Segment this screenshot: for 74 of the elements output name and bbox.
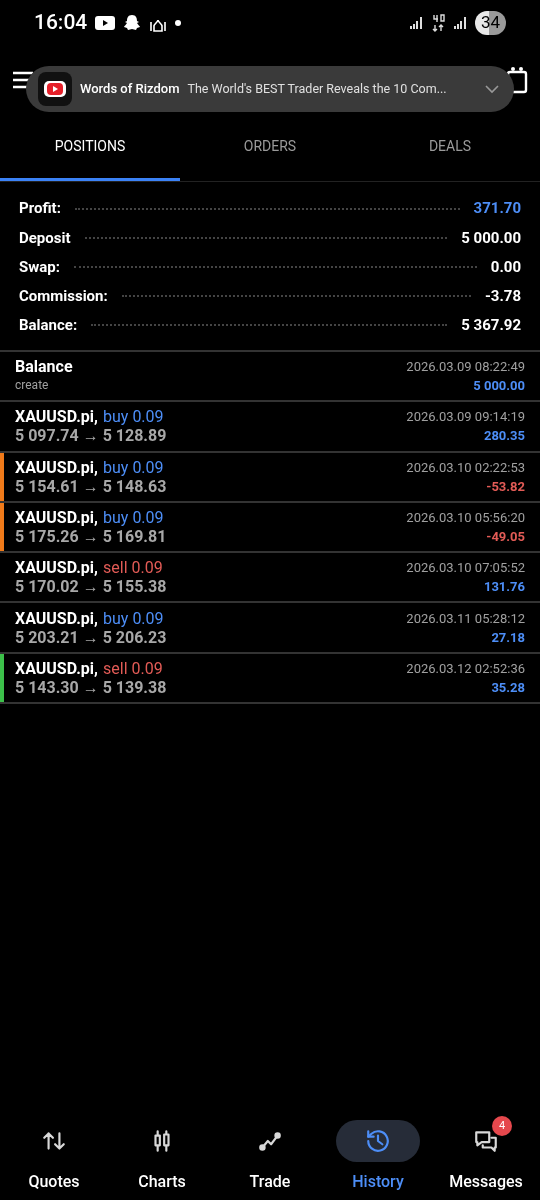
deal-time: 2026.03.09 08:22:49 <box>406 358 525 377</box>
dot-icon <box>175 20 182 26</box>
battery-indicator: 34 <box>474 11 506 35</box>
chat-bubbles-icon <box>473 1128 499 1154</box>
deal-symbol: XAUUSD.pi, <box>15 558 99 578</box>
deal-side: sell 0.09 <box>103 558 163 578</box>
signal-icon <box>452 16 467 30</box>
summary-label: Profit: <box>19 198 61 220</box>
deal-time: 2026.03.10 02:22:53 <box>406 458 525 477</box>
deal-title: Balance <box>15 357 74 377</box>
nav-item[interactable]: Quotes <box>0 1120 108 1194</box>
deal-prices: 5 175.26 → 5 169.81 <box>15 526 168 546</box>
deal-row[interactable]: XAUUSD.pi, sell 0.09 5 143.30 → 5 139.38 2026.03.12 02:52:36 35.28 <box>0 653 540 704</box>
deal-side: buy 0.09 <box>103 608 164 628</box>
deal-prices: 5 203.21 → 5 206.23 <box>15 627 168 647</box>
deal-row[interactable]: XAUUSD.pi, buy 0.09 5 097.74 → 5 128.89 2026.03.09 09:14:19 280.35 <box>0 402 540 453</box>
deal-amount: 35.28 <box>491 678 525 697</box>
summary-label: Deposit <box>19 227 71 249</box>
notification-title: The World's BEST Trader Reveals the 10 Com... <box>187 79 448 98</box>
signal-icon <box>408 16 423 30</box>
deal-time: 2026.03.11 05:28:12 <box>406 609 525 628</box>
summary-value: 371.70 <box>473 198 521 220</box>
summary-value: -3.78 <box>484 285 521 307</box>
deal-symbol: XAUUSD.pi, <box>15 507 99 527</box>
deal-amount: 131.76 <box>483 578 525 597</box>
video-play-icon <box>38 72 72 106</box>
summary-value: 5 000.00 <box>461 227 521 249</box>
tab[interactable]: POSITIONS <box>0 114 180 181</box>
deal-row[interactable]: XAUUSD.pi, buy 0.09 5 154.61 → 5 148.63 2026.03.10 02:22:53 -53.82 <box>0 452 540 503</box>
summary-label: Commission: <box>19 285 108 307</box>
history-icon <box>365 1128 391 1154</box>
deal-amount: 5 000.00 <box>473 377 525 396</box>
notification-channel: Words of Rizdom <box>80 80 180 99</box>
summary-value: 0.00 <box>490 256 521 278</box>
deal-side: buy 0.09 <box>103 507 164 527</box>
deal-side: sell 0.09 <box>103 658 163 678</box>
nav-item[interactable]: Trade <box>216 1120 324 1194</box>
deal-symbol: XAUUSD.pi, <box>15 407 99 427</box>
clock: 16:04 <box>34 9 88 37</box>
deal-prices: 5 170.02 → 5 155.38 <box>15 577 168 597</box>
deal-subtitle: create <box>15 377 50 395</box>
deal-row[interactable]: XAUUSD.pi, buy 0.09 5 203.21 → 5 206.23 2026.03.11 05:28:12 27.18 <box>0 603 540 654</box>
deal-row[interactable]: XAUUSD.pi, sell 0.09 5 170.02 → 5 155.38 2026.03.10 07:05:52 131.76 <box>0 553 540 604</box>
deal-prices: 5 154.61 → 5 148.63 <box>15 476 168 496</box>
deal-row[interactable]: Balance create 2026.03.09 08:22:49 5 000.00 <box>0 351 540 403</box>
deal-amount: 27.18 <box>491 628 525 647</box>
video-play-icon <box>95 15 116 31</box>
summary-label: Balance: <box>19 315 78 337</box>
ghost-icon <box>123 14 142 32</box>
deal-row[interactable]: XAUUSD.pi, buy 0.09 5 175.26 → 5 169.81 2026.03.10 05:56:20 -49.05 <box>0 502 540 554</box>
unread-badge: 4 <box>492 1116 512 1136</box>
tab[interactable]: DEALS <box>360 114 540 181</box>
deal-amount: -49.05 <box>486 527 525 546</box>
deal-symbol: XAUUSD.pi, <box>15 608 99 628</box>
deal-symbol: XAUUSD.pi, <box>15 658 99 678</box>
chevron-down-icon[interactable] <box>484 84 500 94</box>
deal-time: 2026.03.10 05:56:20 <box>406 508 525 527</box>
summary-value: 5 367.92 <box>461 315 521 337</box>
nav-item[interactable]: History <box>324 1120 432 1194</box>
deal-time: 2026.03.12 02:52:36 <box>406 659 525 678</box>
tab[interactable]: ORDERS <box>180 114 360 181</box>
notification-banner[interactable]: Words of Rizdom The World's BEST Trader Reveals the 10 Com... <box>26 66 514 112</box>
deal-time: 2026.03.09 09:14:19 <box>406 408 525 427</box>
deal-time: 2026.03.10 07:05:52 <box>406 559 525 578</box>
deal-side: buy 0.09 <box>103 457 164 477</box>
deal-amount: -53.82 <box>486 477 525 496</box>
summary-label: Swap: <box>19 256 60 278</box>
network-4g-icon <box>430 14 445 32</box>
deal-prices: 5 097.74 → 5 128.89 <box>15 426 168 446</box>
deal-prices: 5 143.30 → 5 139.38 <box>15 677 168 697</box>
deal-symbol: XAUUSD.pi, <box>15 457 99 477</box>
deal-amount: 280.35 <box>483 427 525 446</box>
deal-side: buy 0.09 <box>103 407 164 427</box>
nav-item[interactable]: Charts <box>108 1120 216 1194</box>
